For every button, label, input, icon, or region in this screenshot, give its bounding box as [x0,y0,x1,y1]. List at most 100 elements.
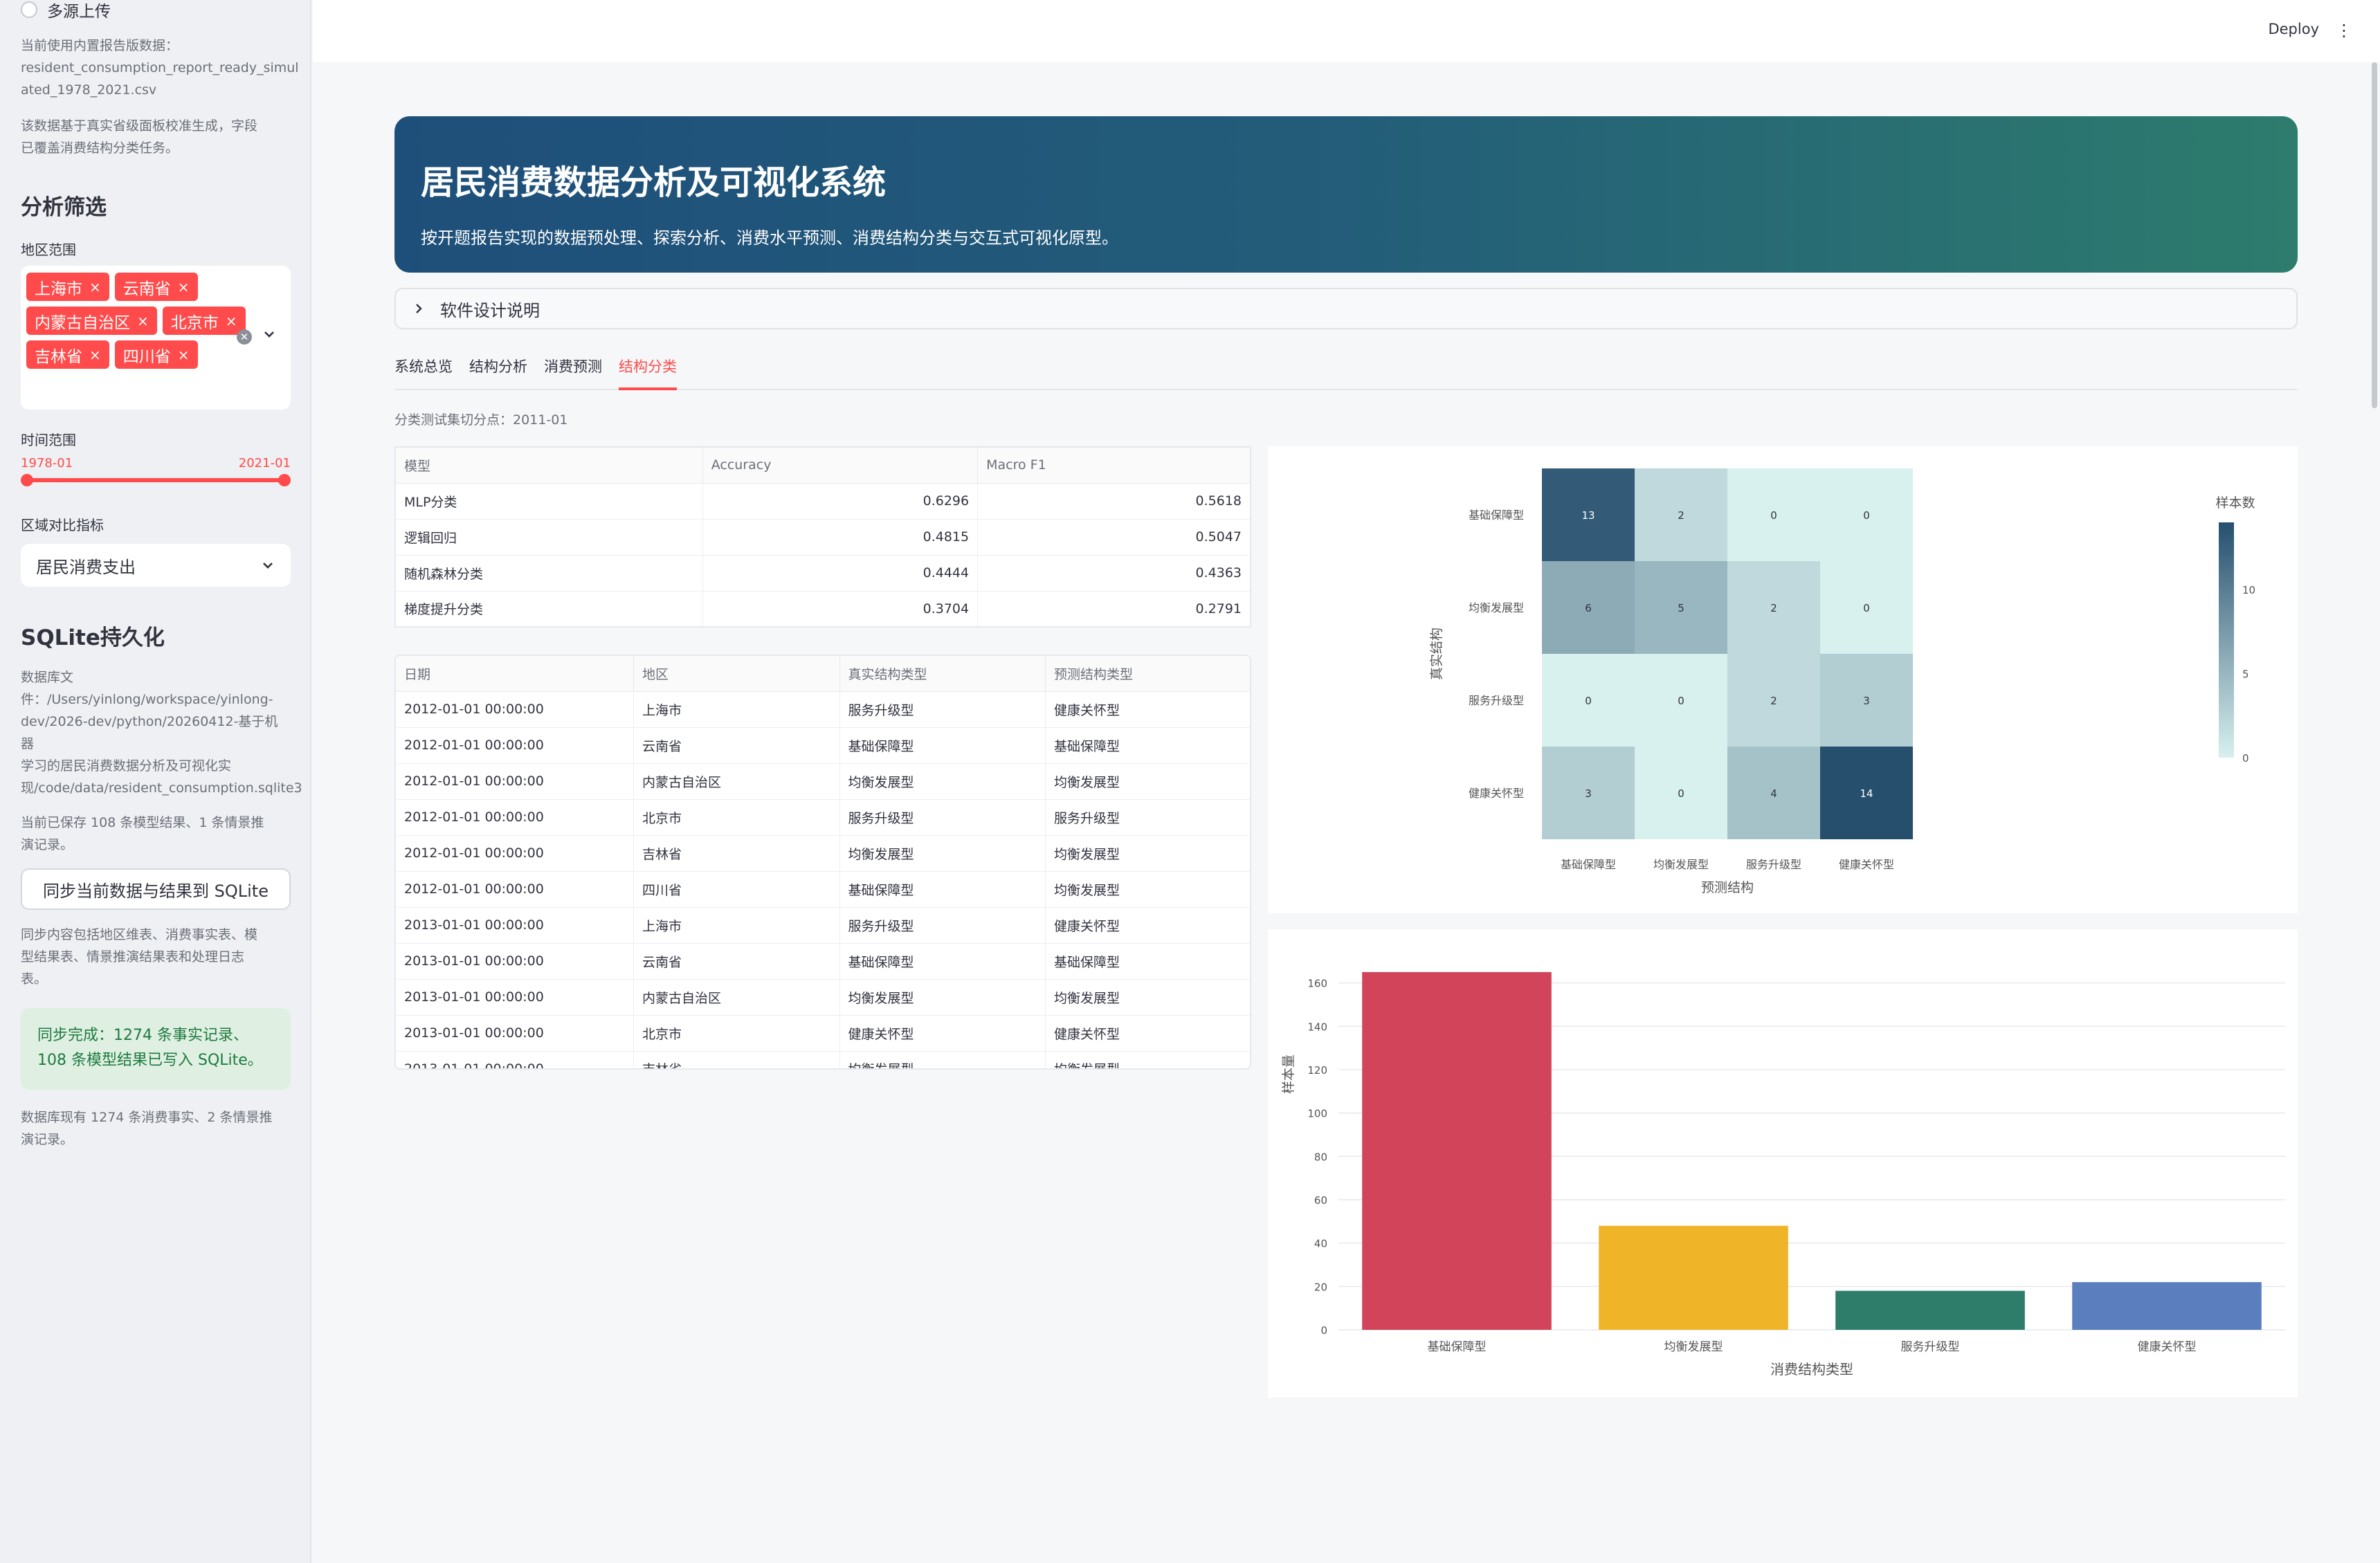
table-cell[interactable]: 2012-01-01 00:00:00 [396,726,635,764]
colorbar [2219,522,2234,758]
table-cell[interactable]: 均衡发展型 [839,762,1046,800]
table-cell[interactable]: 均衡发展型 [1044,1050,1250,1068]
remove-tag-icon[interactable]: × [226,313,237,329]
region-multiselect[interactable]: 上海市 × 云南省 × 内蒙古自治区 × 北京市 × 吉林省 × 四川省 × ✕ [21,266,291,410]
table-cell[interactable]: 吉林省 [633,1050,840,1068]
table-cell[interactable]: 吉林省 [633,834,840,872]
multi-source-radio[interactable]: 多源上传 [21,0,289,21]
metric-select[interactable]: 居民消费支出 [21,544,291,587]
table-cell[interactable]: 云南省 [633,942,840,980]
slider-end-value: 2021-01 [238,456,291,470]
sync-note-line: 表。 [21,971,48,987]
table-cell[interactable]: 2013-01-01 00:00:00 [396,1050,635,1068]
table-cell[interactable]: 逻辑回归 [394,518,703,556]
tab-0[interactable]: 系统总览 [394,353,453,390]
clear-icon[interactable]: ✕ [237,329,252,345]
deploy-button[interactable]: Deploy [2268,21,2319,37]
table-cell[interactable]: 0.4444 [702,554,979,592]
column-header[interactable]: 真实结构类型 [839,656,1046,692]
table-cell[interactable]: 四川省 [633,870,840,908]
x-axis-title: 预测结构 [1701,880,1754,895]
table-cell[interactable]: 0.6296 [702,482,979,520]
table-cell[interactable]: 基础保障型 [839,870,1046,908]
table-cell[interactable]: MLP分类 [394,482,703,520]
column-header[interactable]: Accuracy [702,446,979,484]
table-cell[interactable]: 内蒙古自治区 [633,762,840,800]
slider-start-handle[interactable] [21,474,33,486]
scrollbar[interactable] [2372,62,2377,408]
chevron-down-icon[interactable] [262,327,277,342]
table-cell[interactable]: 随机森林分类 [394,554,703,592]
table-cell[interactable]: 服务升级型 [1044,798,1250,836]
remove-tag-icon[interactable]: × [137,313,149,329]
region-tag[interactable]: 上海市 × [26,273,109,301]
table-cell[interactable]: 0.5618 [977,482,1251,520]
remove-tag-icon[interactable]: × [89,279,101,295]
tab-1[interactable]: 结构分析 [469,353,527,390]
sync-sqlite-button[interactable]: 同步当前数据与结果到 SQLite [21,868,291,910]
column-header[interactable]: Macro F1 [977,446,1251,484]
table-cell[interactable]: 2012-01-01 00:00:00 [396,798,635,836]
table-cell[interactable]: 均衡发展型 [1044,870,1250,908]
table-cell[interactable]: 0.2791 [977,590,1251,628]
table-cell[interactable]: 梯度提升分类 [394,590,703,628]
table-cell[interactable]: 服务升级型 [839,906,1046,944]
table-cell[interactable]: 均衡发展型 [839,978,1046,1016]
heatmap-cell-value: 0 [1863,509,1870,522]
table-cell[interactable]: 北京市 [633,1014,840,1052]
remove-tag-icon[interactable]: × [89,347,101,363]
region-tag[interactable]: 北京市 × [162,307,246,335]
table-cell[interactable]: 上海市 [633,906,840,944]
table-cell[interactable]: 基础保障型 [1044,942,1250,980]
table-cell[interactable]: 均衡发展型 [1044,834,1250,872]
table-cell[interactable]: 内蒙古自治区 [633,978,840,1016]
table-cell[interactable]: 2013-01-01 00:00:00 [396,906,635,944]
column-header[interactable]: 日期 [396,656,635,692]
tab-3[interactable]: 结构分类 [619,353,677,390]
main-menu-icon[interactable]: ⋮ [2336,21,2352,40]
table-cell[interactable]: 上海市 [633,691,840,728]
table-cell[interactable]: 2012-01-01 00:00:00 [396,870,635,908]
table-cell[interactable]: 0.5047 [977,518,1251,556]
table-cell[interactable]: 基础保障型 [1044,726,1250,764]
time-range-slider[interactable]: 1978-01 2021-01 [21,455,291,496]
slider-end-handle[interactable] [278,474,291,486]
table-cell[interactable]: 健康关怀型 [1044,691,1250,728]
region-tag[interactable]: 四川省 × [114,340,198,369]
table-cell[interactable]: 北京市 [633,798,840,836]
prediction-table-container[interactable]: 日期 地区 真实结构类型 预测结构类型 2012-01-01 00:00:00 上海市服… [394,655,1251,1070]
table-cell[interactable]: 健康关怀型 [839,1014,1046,1052]
table-cell[interactable]: 均衡发展型 [1044,978,1250,1016]
table-cell[interactable]: 2012-01-01 00:00:00 [396,691,635,728]
table-cell[interactable]: 2013-01-01 00:00:00 [396,1014,635,1052]
table-cell[interactable]: 健康关怀型 [1044,906,1250,944]
table-cell[interactable]: 0.3704 [702,590,979,628]
region-tag[interactable]: 内蒙古自治区 × [26,307,157,335]
radio-circle-icon[interactable] [21,1,37,18]
table-cell[interactable]: 0.4815 [702,518,979,556]
design-notes-expander[interactable]: 软件设计说明 [394,288,2298,329]
table-cell[interactable]: 云南省 [633,726,840,764]
table-cell[interactable]: 0.4363 [977,554,1251,592]
slider-track[interactable] [26,478,285,482]
table-cell[interactable]: 均衡发展型 [839,1050,1046,1068]
table-cell[interactable]: 2012-01-01 00:00:00 [396,762,635,800]
remove-tag-icon[interactable]: × [178,279,190,295]
table-cell[interactable]: 均衡发展型 [1044,762,1250,800]
table-cell[interactable]: 基础保障型 [839,942,1046,980]
region-tag[interactable]: 云南省 × [114,273,198,301]
remove-tag-icon[interactable]: × [178,347,190,363]
tab-2[interactable]: 消费预测 [544,353,602,390]
column-header[interactable]: 模型 [394,446,703,484]
table-cell[interactable]: 2012-01-01 00:00:00 [396,834,635,872]
table-cell[interactable]: 服务升级型 [839,798,1046,836]
table-cell[interactable]: 2013-01-01 00:00:00 [396,978,635,1016]
column-header[interactable]: 预测结构类型 [1044,656,1250,692]
table-cell[interactable]: 2013-01-01 00:00:00 [396,942,635,980]
table-cell[interactable]: 基础保障型 [839,726,1046,764]
table-cell[interactable]: 服务升级型 [839,691,1046,728]
table-cell[interactable]: 健康关怀型 [1044,1014,1250,1052]
column-header[interactable]: 地区 [633,656,840,692]
table-cell[interactable]: 均衡发展型 [839,834,1046,872]
region-tag[interactable]: 吉林省 × [26,340,109,369]
